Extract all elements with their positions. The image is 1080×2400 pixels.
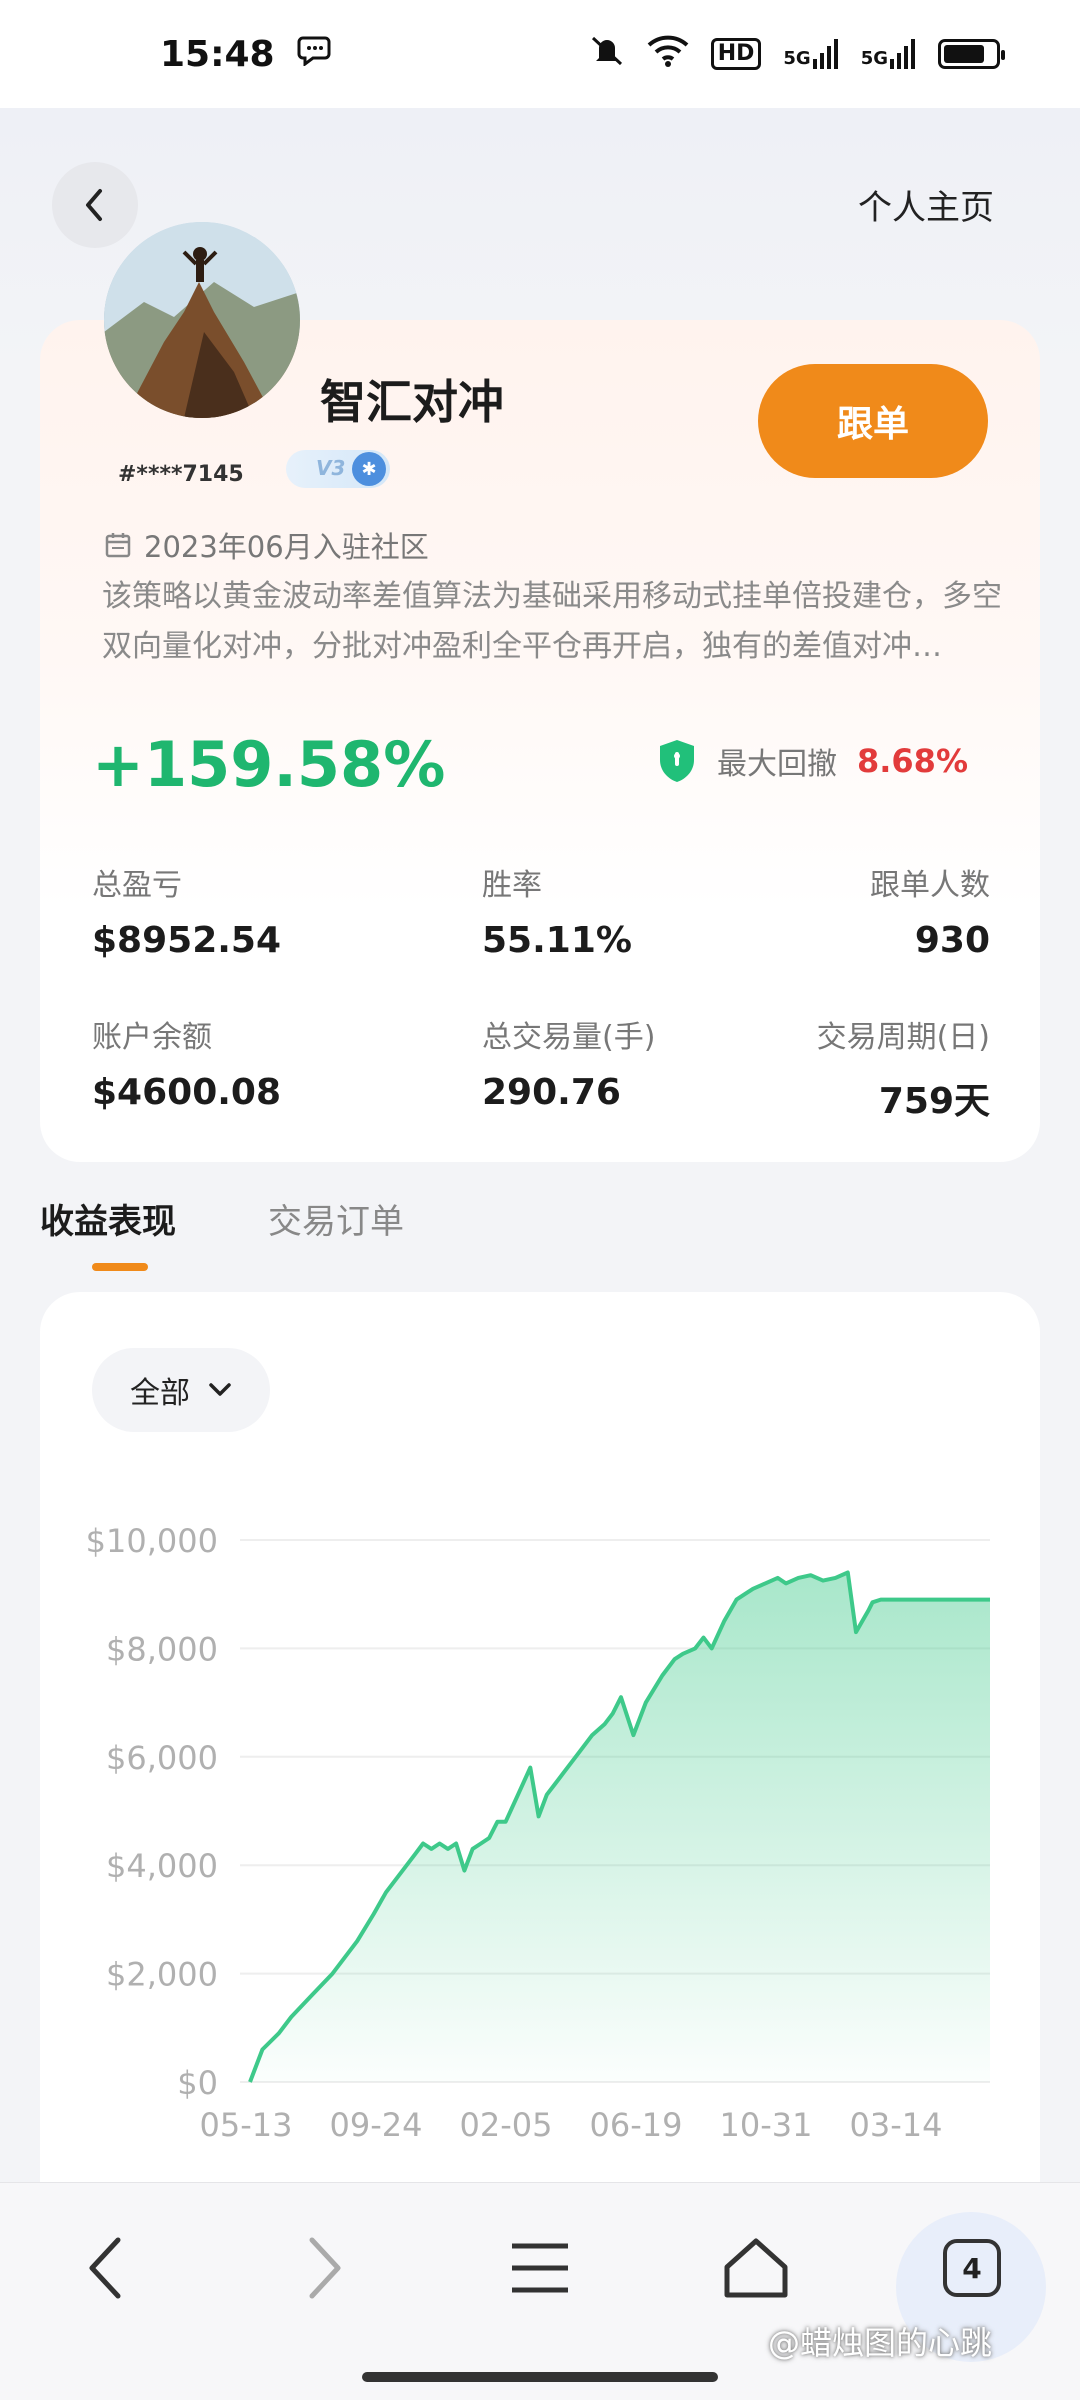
home-indicator[interactable] bbox=[362, 2372, 718, 2382]
drawdown-label: 最大回撤 bbox=[716, 747, 837, 782]
y-tick-label: $6,000 bbox=[106, 1739, 218, 1777]
mute-icon bbox=[589, 34, 625, 74]
y-tick-label: $2,000 bbox=[106, 1956, 218, 1994]
stat-label: 交易周期(日) bbox=[816, 1020, 990, 1055]
join-date-text: 2023年06月入驻社区 bbox=[144, 530, 429, 564]
stat-value: 759天 bbox=[878, 1081, 990, 1122]
hd-icon: HD bbox=[710, 38, 762, 70]
range-value: 全部 bbox=[130, 1376, 190, 1411]
strategy-description: 该策略以黄金波动率差值算法为基础采用移动式挂单倍投建仓，多空双向量化对冲，分批对… bbox=[102, 579, 1002, 664]
stat-balance: 账户余额 $4600.08 bbox=[92, 1012, 281, 1113]
x-tick-label: 10-31 bbox=[720, 2106, 813, 2144]
nav-forward-button[interactable] bbox=[274, 2218, 374, 2318]
status-left: 15:48 bbox=[160, 34, 333, 75]
level-badge: V3 ✱ bbox=[286, 450, 390, 488]
y-tick-label: $8,000 bbox=[106, 1630, 218, 1668]
chat-icon bbox=[297, 34, 333, 75]
stat-value: 930 bbox=[914, 920, 990, 961]
home-icon bbox=[724, 2238, 788, 2298]
stat-followers: 跟单人数 930 bbox=[870, 860, 990, 961]
stat-label: 总交易量(手) bbox=[482, 1020, 656, 1055]
equity-chart: $0 $2,000 $4,000 $6,000 $8,000 $10,000 05-13 09… bbox=[86, 1522, 990, 2144]
stat-total-pnl: 总盈亏 $8952.54 bbox=[92, 860, 281, 961]
nav-home-button[interactable] bbox=[706, 2218, 806, 2318]
nav-menu-button[interactable] bbox=[490, 2218, 590, 2318]
shield-icon bbox=[659, 740, 694, 782]
profile-page-link[interactable]: 个人主页 bbox=[858, 180, 994, 229]
arrow-left-icon bbox=[89, 2237, 121, 2299]
signal-label: 5G bbox=[860, 48, 888, 69]
y-tick-label: $0 bbox=[177, 2064, 218, 2102]
y-tick-label: $4,000 bbox=[106, 1847, 218, 1885]
tab-performance[interactable]: 收益表现 bbox=[40, 1194, 176, 1271]
stat-value: 55.11% bbox=[482, 920, 632, 961]
status-right: HD 5G 5G bbox=[589, 34, 1005, 74]
chevron-left-icon bbox=[86, 189, 102, 221]
watermark: @蜡烛图的心跳 bbox=[768, 2324, 993, 2362]
max-drawdown: 最大回撤 8.68% bbox=[657, 738, 968, 784]
back-button[interactable] bbox=[52, 162, 138, 248]
calendar-icon bbox=[105, 533, 131, 558]
range-selector[interactable]: 全部 bbox=[92, 1348, 270, 1432]
level-label: V3 bbox=[316, 456, 346, 480]
chevron-down-icon bbox=[209, 1383, 231, 1396]
stat-value: $4600.08 bbox=[92, 1072, 282, 1113]
stat-label: 跟单人数 bbox=[870, 868, 990, 903]
drawdown-value: 8.68% bbox=[856, 742, 968, 780]
nav-back-button[interactable] bbox=[56, 2218, 156, 2318]
y-tick-label: $10,000 bbox=[86, 1522, 218, 1560]
stat-label: 总盈亏 bbox=[92, 868, 182, 903]
signal-label: 5G bbox=[783, 48, 811, 69]
x-tick-label: 02-05 bbox=[460, 2106, 553, 2144]
stat-value: $8952.54 bbox=[92, 920, 282, 961]
user-id: #****7145 bbox=[118, 462, 244, 487]
stat-period: 交易周期(日) 759天 bbox=[817, 1012, 990, 1124]
avatar[interactable] bbox=[104, 222, 300, 418]
nav-tabs-button[interactable]: 4 bbox=[922, 2218, 1022, 2318]
wifi-icon bbox=[647, 35, 689, 73]
stat-win-rate: 胜率 55.11% bbox=[482, 860, 632, 961]
total-return: +159.58% bbox=[92, 728, 446, 801]
gem-icon: ✱ bbox=[352, 452, 386, 486]
content-tabs: 收益表现 交易订单 bbox=[40, 1194, 404, 1271]
x-tick-label: 03-14 bbox=[850, 2106, 943, 2144]
stat-label: 胜率 bbox=[482, 868, 542, 903]
status-bar: 15:48 HD 5G 5G bbox=[0, 0, 1080, 108]
stat-label: 账户余额 bbox=[92, 1020, 212, 1055]
tabs-count-icon: 4 bbox=[943, 2239, 1001, 2297]
stat-volume: 总交易量(手) 290.76 bbox=[482, 1012, 655, 1113]
x-tick-label: 09-24 bbox=[330, 2106, 423, 2144]
5g-signal-icon: 5G bbox=[783, 39, 838, 69]
profile-name: 智汇对冲 bbox=[320, 375, 504, 429]
menu-icon bbox=[512, 2243, 568, 2293]
follow-button[interactable]: 跟单 bbox=[758, 364, 988, 478]
stat-value: 290.76 bbox=[482, 1072, 621, 1113]
join-date-row: 2023年06月入驻社区 bbox=[104, 524, 429, 566]
battery-icon bbox=[938, 39, 1005, 69]
x-tick-label: 06-19 bbox=[590, 2106, 683, 2144]
status-time: 15:48 bbox=[160, 33, 275, 75]
5g-signal-icon: 5G bbox=[861, 39, 916, 69]
arrow-right-icon bbox=[309, 2237, 341, 2299]
tab-orders[interactable]: 交易订单 bbox=[268, 1194, 404, 1243]
x-tick-label: 05-13 bbox=[200, 2106, 293, 2144]
